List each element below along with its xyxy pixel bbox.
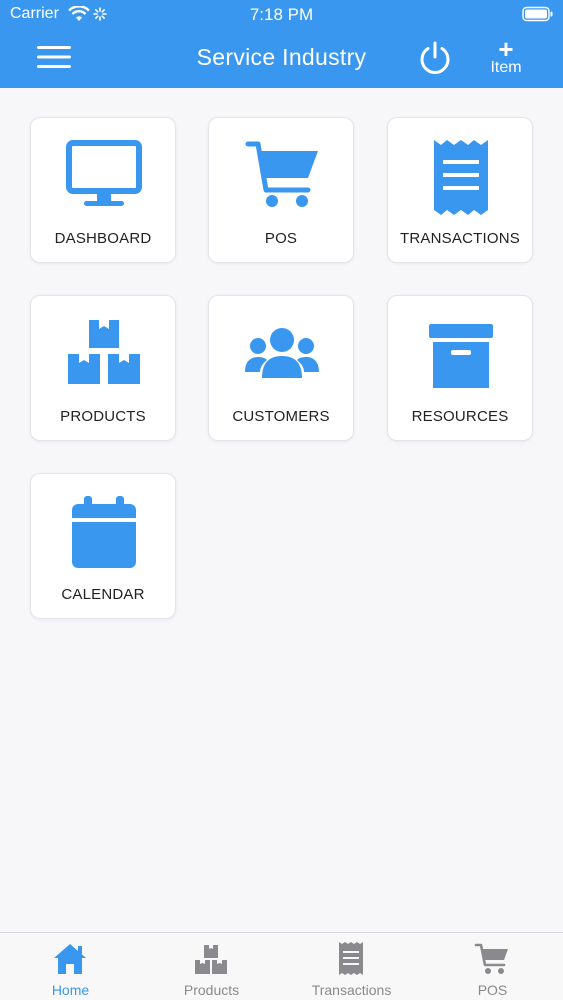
home-icon (54, 944, 86, 974)
tile-customers[interactable]: CUSTOMERS (208, 295, 354, 441)
tab-label: Transactions (311, 982, 392, 998)
archive-box-icon (429, 324, 493, 388)
tile-label: RESOURCES (411, 408, 509, 425)
page-title: Service Industry (196, 44, 367, 70)
tile-label: TRANSACTIONS (400, 230, 520, 247)
add-item-button[interactable]: + Item (482, 34, 530, 78)
status-time: 7:18 PM (249, 5, 314, 24)
calendar-icon (72, 496, 136, 568)
monitor-icon (66, 140, 142, 206)
tile-label: PRODUCTS (60, 408, 146, 425)
tile-transactions[interactable]: TRANSACTIONS (387, 117, 533, 263)
tab-pos[interactable]: POS (422, 933, 563, 1000)
tile-label: POS (264, 230, 298, 247)
cart-icon (245, 141, 318, 207)
tab-home[interactable]: Home (0, 933, 141, 1000)
tile-products[interactable]: PRODUCTS (30, 295, 176, 441)
boxes-icon (68, 320, 140, 384)
bottom-tab-bar: Home Products Transactions POS (0, 932, 563, 1000)
add-item-label: Item (490, 59, 522, 76)
cart-icon (474, 943, 508, 974)
battery-icon (522, 6, 553, 22)
receipt-icon (339, 942, 363, 975)
tile-calendar[interactable]: CALENDAR (30, 473, 176, 619)
power-icon (420, 41, 450, 74)
boxes-icon (195, 945, 227, 974)
tile-resources[interactable]: RESOURCES (387, 295, 533, 441)
tab-label: POS (477, 982, 508, 998)
tab-label: Products (183, 982, 240, 998)
logout-button[interactable] (417, 40, 453, 76)
status-bar: Carrier 7:18 PM (0, 0, 563, 30)
tab-products[interactable]: Products (141, 933, 282, 1000)
receipt-icon (434, 140, 488, 215)
tile-label: DASHBOARD (54, 230, 152, 247)
users-icon (245, 328, 319, 378)
tile-label: CALENDAR (61, 586, 145, 603)
tab-transactions[interactable]: Transactions (281, 933, 422, 1000)
plus-icon: + (498, 34, 514, 64)
tile-dashboard[interactable]: DASHBOARD (30, 117, 176, 263)
tab-label: Home (51, 982, 90, 998)
tile-pos[interactable]: POS (208, 117, 354, 263)
tile-label: CUSTOMERS (232, 408, 330, 425)
app-header: Carrier 7:18 PM Service Industry + Item (0, 0, 563, 88)
